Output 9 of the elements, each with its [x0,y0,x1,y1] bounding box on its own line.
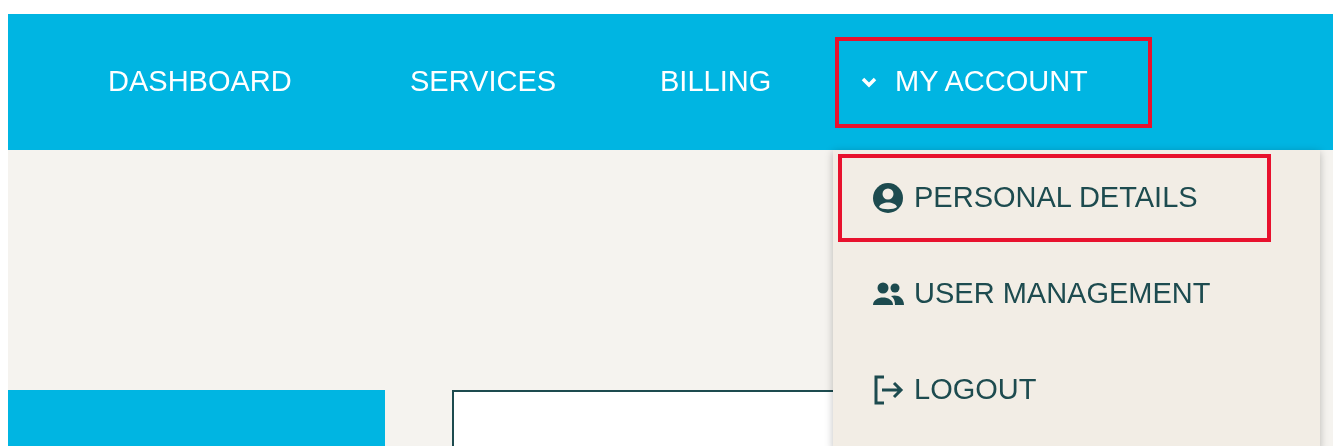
nav-link[interactable]: MY ACCOUNT [835,36,1152,128]
menu-item[interactable]: PERSONAL DETAILS [838,154,1271,242]
nav-link[interactable]: SERVICES [402,36,652,128]
logout-icon [872,374,904,406]
person-circle-icon [872,182,904,214]
nav-link[interactable]: BILLING [652,36,835,128]
menu-item[interactable]: USER MANAGEMENT [838,250,1271,338]
menu-item[interactable]: LOGOUT [838,346,1271,434]
nav-link[interactable]: DASHBOARD [100,36,402,128]
